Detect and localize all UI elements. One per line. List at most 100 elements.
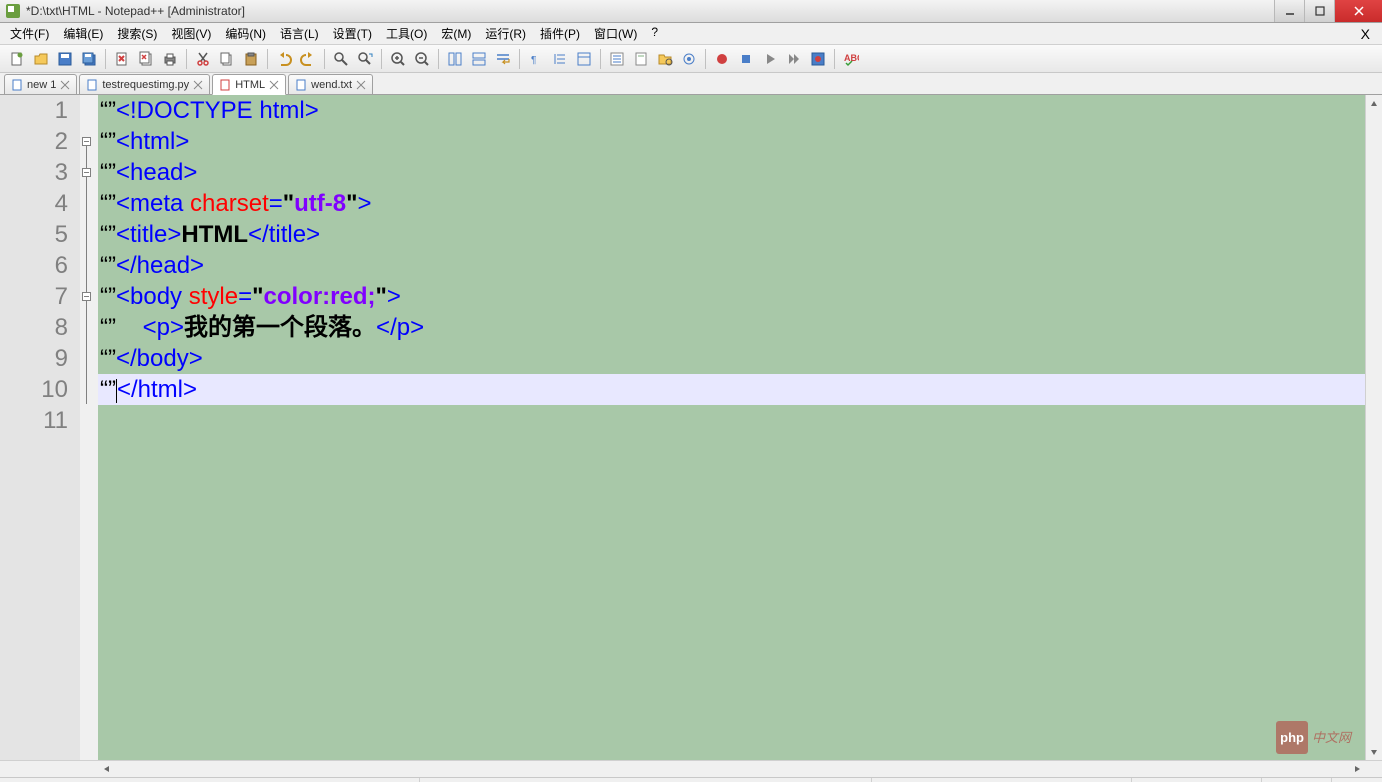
menu-tools[interactable]: 工具(O) [380,23,433,44]
toolbar-sep [705,49,706,69]
save-icon[interactable] [54,48,76,70]
find-icon[interactable] [330,48,352,70]
watermark-logo: php 中文网 [1276,721,1351,754]
toolbar-sep [186,49,187,69]
line-number: 2 [0,126,68,157]
code-line: “”<head> [98,157,1365,188]
lang-icon[interactable] [573,48,595,70]
menu-file[interactable]: 文件(F) [4,23,55,44]
line-number: 4 [0,188,68,219]
menu-search[interactable]: 搜索(S) [111,23,163,44]
file-modified-icon [219,79,231,91]
line-number-gutter: 1 2 3 4 5 6 7 8 9 10 11 [0,95,80,760]
fold-box-icon[interactable] [82,292,91,301]
code-line: “”</body> [98,343,1365,374]
tabbar: new 1 testrequestimg.py HTML wend.txt [0,73,1382,95]
scroll-track[interactable] [115,761,1348,777]
tab-close-icon[interactable] [60,80,70,90]
scroll-up-icon[interactable] [1366,95,1382,112]
close-all-icon[interactable] [135,48,157,70]
menu-close-doc[interactable]: X [1353,26,1378,42]
menu-help[interactable]: ? [645,23,664,44]
save-all-icon[interactable] [78,48,100,70]
stop-icon[interactable] [735,48,757,70]
fold-box-icon[interactable] [82,168,91,177]
code-area[interactable]: “”<!DOCTYPE html> “”<html> “”<head> “”<m… [98,95,1365,760]
file-icon [11,79,23,91]
menu-settings[interactable]: 设置(T) [327,23,378,44]
menu-macro[interactable]: 宏(M) [435,23,477,44]
paste-icon[interactable] [240,48,262,70]
record-icon[interactable] [711,48,733,70]
menu-plugins[interactable]: 插件(P) [534,23,586,44]
close-file-icon[interactable] [111,48,133,70]
toolbar-sep [438,49,439,69]
titlebar: *D:\txt\HTML - Notepad++ [Administrator] [0,0,1382,23]
copy-icon[interactable] [216,48,238,70]
tab-close-icon[interactable] [356,80,366,90]
status-encoding[interactable]: UTF-8 [1262,778,1332,782]
tab-html[interactable]: HTML [212,74,286,95]
code-line: “” <p>我的第一个段落。</p> [98,312,1365,343]
new-file-icon[interactable] [6,48,28,70]
fold-column[interactable] [80,95,98,760]
status-language: Hyper Text Markup Language file [0,778,420,782]
save-macro-icon[interactable] [807,48,829,70]
spellcheck-icon[interactable]: ABC [840,48,862,70]
menu-view[interactable]: 视图(V) [165,23,217,44]
minimize-button[interactable] [1274,0,1304,22]
print-icon[interactable] [159,48,181,70]
replace-icon[interactable] [354,48,376,70]
cut-icon[interactable] [192,48,214,70]
sync-h-icon[interactable] [468,48,490,70]
status-doc-stats: length : 235 lines : 11 [420,778,872,782]
play-icon[interactable] [759,48,781,70]
monitor-icon[interactable] [678,48,700,70]
fast-forward-icon[interactable] [783,48,805,70]
tab-new1[interactable]: new 1 [4,74,77,94]
menu-language[interactable]: 语言(L) [274,23,325,44]
status-insert-mode[interactable]: INS [1332,778,1382,782]
doc-map-icon[interactable] [630,48,652,70]
menu-encoding[interactable]: 编码(N) [219,23,272,44]
sync-v-icon[interactable] [444,48,466,70]
undo-icon[interactable] [273,48,295,70]
status-cursor: Ln : 10 Col : 3 Sel : N/A [872,778,1132,782]
zoom-out-icon[interactable] [411,48,433,70]
toolbar-sep [519,49,520,69]
file-icon [86,79,98,91]
redo-icon[interactable] [297,48,319,70]
fold-box-icon[interactable] [82,137,91,146]
func-list-icon[interactable] [606,48,628,70]
tab-close-icon[interactable] [269,80,279,90]
scroll-left-icon[interactable] [98,761,115,777]
horizontal-scrollbar[interactable] [0,760,1382,777]
scroll-right-icon[interactable] [1348,761,1365,777]
zoom-in-icon[interactable] [387,48,409,70]
code-line: “”<meta charset="utf-8"> [98,188,1365,219]
indent-guide-icon[interactable] [549,48,571,70]
status-eol[interactable]: Windows (CR LF) [1132,778,1262,782]
code-line-current: “”</html> [98,374,1365,405]
line-number: 7 [0,281,68,312]
close-button[interactable] [1334,0,1382,22]
tab-py[interactable]: testrequestimg.py [79,74,210,94]
toolbar-sep [267,49,268,69]
maximize-button[interactable] [1304,0,1334,22]
menu-run[interactable]: 运行(R) [479,23,532,44]
open-file-icon[interactable] [30,48,52,70]
wrap-icon[interactable] [492,48,514,70]
show-all-chars-icon[interactable]: ¶ [525,48,547,70]
scroll-track[interactable] [1366,112,1382,743]
menu-window[interactable]: 窗口(W) [588,23,643,44]
line-number: 5 [0,219,68,250]
line-number: 6 [0,250,68,281]
line-number: 11 [0,405,68,436]
scroll-down-icon[interactable] [1366,743,1382,760]
folder-browse-icon[interactable] [654,48,676,70]
tab-wend[interactable]: wend.txt [288,74,373,94]
fold-line [86,146,87,404]
menu-edit[interactable]: 编辑(E) [57,23,109,44]
vertical-scrollbar[interactable] [1365,95,1382,760]
tab-close-icon[interactable] [193,80,203,90]
